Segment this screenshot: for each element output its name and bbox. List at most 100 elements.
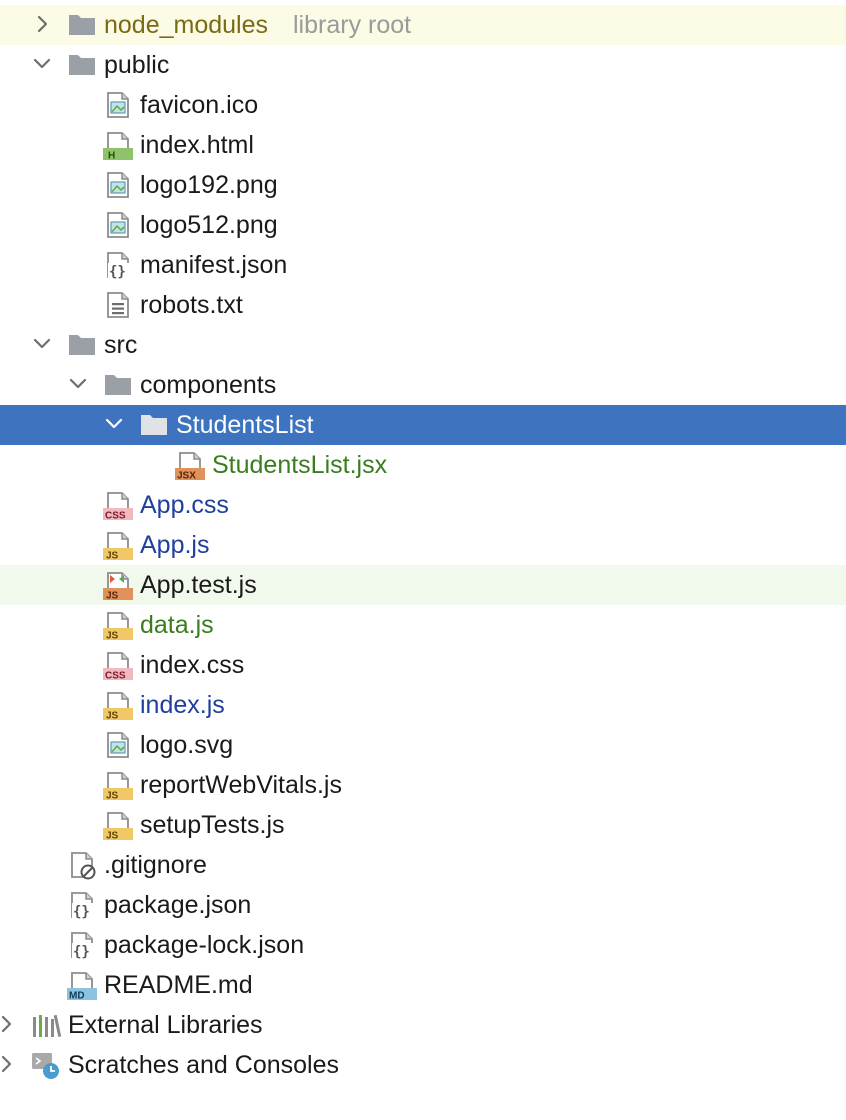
js-badge: JS: [106, 791, 119, 802]
tree-item-label: manifest.json: [140, 251, 288, 279]
svg-text:{}: {}: [109, 264, 126, 280]
tree-row-node-modules[interactable]: node_modules library root: [0, 5, 846, 45]
tree-item-label: index.css: [140, 651, 245, 679]
css-file-icon: CSS: [102, 490, 134, 522]
chevron-right-icon[interactable]: [0, 1014, 16, 1034]
tree-item-label: External Libraries: [68, 1011, 263, 1039]
tree-row-logo-svg[interactable]: logo.svg: [0, 725, 846, 765]
tree-row-scratches[interactable]: Scratches and Consoles: [0, 1045, 846, 1085]
tree-row-setup-tests[interactable]: JS setupTests.js: [0, 805, 846, 845]
js-badge: JS: [106, 711, 119, 722]
project-tree: node_modules library root public favicon…: [0, 5, 846, 1085]
tree-row-logo192[interactable]: logo192.png: [0, 165, 846, 205]
folder-icon: [138, 410, 170, 440]
tree-item-label: components: [140, 371, 277, 399]
tree-row-data-js[interactable]: JS data.js: [0, 605, 846, 645]
js-file-icon: JS: [102, 690, 134, 722]
tree-row-app-test[interactable]: JS App.test.js: [0, 565, 846, 605]
library-root-hint: library root: [293, 11, 412, 39]
chevron-down-icon[interactable]: [68, 374, 88, 394]
svg-text:{}: {}: [73, 904, 90, 920]
js-file-icon: JS: [102, 530, 134, 562]
tree-row-src[interactable]: src: [0, 325, 846, 365]
tree-row-package-lock[interactable]: {} package-lock.json: [0, 925, 846, 965]
tree-item-label: Scratches and Consoles: [68, 1051, 339, 1079]
chevron-down-icon[interactable]: [32, 54, 52, 74]
js-badge: JS: [106, 631, 119, 642]
tree-row-external-libraries[interactable]: External Libraries: [0, 1005, 846, 1045]
text-file-icon: [102, 290, 134, 320]
tree-row-components[interactable]: components: [0, 365, 846, 405]
js-file-icon: JS: [102, 770, 134, 802]
chevron-down-icon[interactable]: [104, 414, 124, 434]
tree-item-label: .gitignore: [104, 851, 207, 879]
tree-item-label: index.html: [140, 131, 254, 159]
tree-item-label: package.json: [104, 891, 252, 919]
svg-text:{}: {}: [73, 944, 90, 960]
css-badge: CSS: [105, 511, 126, 522]
tree-item-label: StudentsList.jsx: [212, 451, 388, 479]
markdown-file-icon: MD: [66, 970, 98, 1002]
image-file-icon: [102, 90, 134, 120]
libraries-icon: [30, 1010, 62, 1040]
tree-item-label: setupTests.js: [140, 811, 285, 839]
tree-item-label: node_modules: [104, 11, 269, 39]
tree-row-robots[interactable]: robots.txt: [0, 285, 846, 325]
tree-row-students-list[interactable]: StudentsList: [0, 405, 846, 445]
tree-row-package-json[interactable]: {} package.json: [0, 885, 846, 925]
folder-icon: [66, 50, 98, 80]
tree-item-label: App.test.js: [140, 571, 257, 599]
json-file-icon: {}: [66, 890, 98, 920]
folder-icon: [102, 370, 134, 400]
tree-row-gitignore[interactable]: .gitignore: [0, 845, 846, 885]
css-file-icon: CSS: [102, 650, 134, 682]
html-file-icon: H: [102, 130, 134, 162]
md-badge: MD: [69, 991, 85, 1002]
chevron-right-icon[interactable]: [0, 1054, 16, 1074]
chevron-right-icon[interactable]: [32, 14, 52, 34]
tree-row-index-css[interactable]: CSS index.css: [0, 645, 846, 685]
tree-row-readme[interactable]: MD README.md: [0, 965, 846, 1005]
gitignore-file-icon: [66, 850, 98, 880]
tree-item-label: logo512.png: [140, 211, 278, 239]
image-file-icon: [102, 210, 134, 240]
folder-icon: [66, 10, 98, 40]
tree-row-manifest[interactable]: {} manifest.json: [0, 245, 846, 285]
html-badge: H: [108, 151, 115, 162]
tree-row-index-html[interactable]: H index.html: [0, 125, 846, 165]
scratches-icon: [30, 1050, 62, 1080]
tree-item-label: index.js: [140, 691, 225, 719]
tree-item-label: logo.svg: [140, 731, 234, 759]
js-badge: JS: [106, 591, 119, 602]
js-file-icon: JS: [102, 610, 134, 642]
tree-item-label: README.md: [104, 971, 253, 999]
jsx-file-icon: JSX: [174, 450, 206, 482]
js-file-icon: JS: [102, 810, 134, 842]
json-file-icon: {}: [66, 930, 98, 960]
json-file-icon: {}: [102, 250, 134, 280]
tree-row-public[interactable]: public: [0, 45, 846, 85]
tree-row-students-list-jsx[interactable]: JSX StudentsList.jsx: [0, 445, 846, 485]
tree-row-app-js[interactable]: JS App.js: [0, 525, 846, 565]
js-badge: JS: [106, 831, 119, 842]
tree-item-label: favicon.ico: [140, 91, 259, 119]
chevron-down-icon[interactable]: [32, 334, 52, 354]
tree-row-report-web-vitals[interactable]: JS reportWebVitals.js: [0, 765, 846, 805]
tree-item-label: data.js: [140, 611, 214, 639]
tree-row-logo512[interactable]: logo512.png: [0, 205, 846, 245]
tree-item-label: StudentsList: [176, 411, 314, 439]
image-file-icon: [102, 730, 134, 760]
test-js-file-icon: JS: [102, 570, 134, 602]
tree-row-favicon[interactable]: favicon.ico: [0, 85, 846, 125]
jsx-badge: JSX: [177, 471, 196, 482]
folder-icon: [66, 330, 98, 360]
tree-item-label: robots.txt: [140, 291, 243, 319]
tree-item-label: logo192.png: [140, 171, 278, 199]
tree-item-label: public: [104, 51, 170, 79]
tree-item-label: App.css: [140, 491, 229, 519]
tree-row-app-css[interactable]: CSS App.css: [0, 485, 846, 525]
js-badge: JS: [106, 551, 119, 562]
tree-row-index-js[interactable]: JS index.js: [0, 685, 846, 725]
css-badge: CSS: [105, 671, 126, 682]
tree-item-label: reportWebVitals.js: [140, 771, 342, 799]
